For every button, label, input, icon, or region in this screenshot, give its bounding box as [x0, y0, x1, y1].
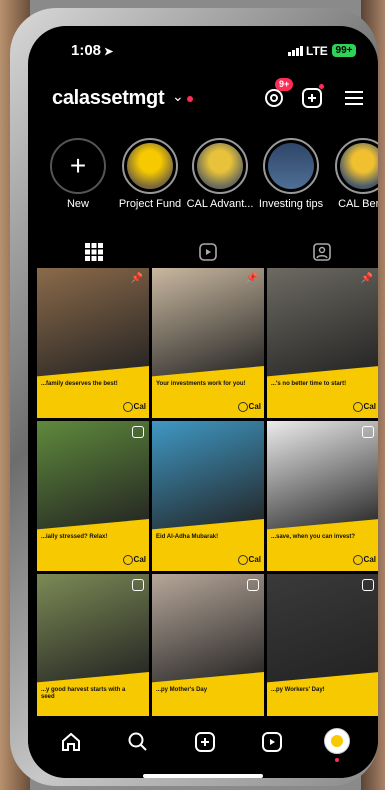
story-label: CAL Bene	[338, 198, 378, 210]
post-caption: ...y good harvest starts with a seed	[41, 687, 126, 700]
phone-frame: 1:08 ➤ LTE 99+ calassetmgt ⌄ 9+ + New Pro…	[10, 8, 378, 786]
battery-indicator: 99+	[332, 44, 356, 57]
cal-logo: Cal	[237, 555, 261, 565]
home-indicator	[143, 774, 263, 778]
bottom-nav-bar	[28, 716, 378, 778]
post-caption: ...'s no better time to start!	[271, 381, 347, 387]
reel-icon	[247, 579, 259, 591]
reel-icon	[362, 579, 374, 591]
post-caption: Eid Al-Adha Mubarak!	[156, 534, 219, 540]
story-label: Investing tips	[258, 198, 324, 210]
plus-icon: +	[69, 150, 87, 181]
search-icon[interactable]	[126, 730, 150, 754]
post-photo	[37, 268, 149, 378]
story-label: Project Fund	[118, 198, 182, 210]
post-photo	[37, 421, 149, 531]
create-notification-dot	[319, 84, 324, 89]
story-thumbnail	[197, 143, 243, 189]
post-tile[interactable]: Eid Al-Adha Mubarak! Cal	[152, 421, 264, 571]
post-tile[interactable]: Your investments work for you! Cal 📌	[152, 268, 264, 418]
new-post-icon[interactable]	[193, 730, 217, 754]
menu-icon[interactable]	[342, 86, 366, 110]
new-highlight-ring[interactable]: +	[50, 138, 106, 194]
profile-tabs	[28, 236, 378, 273]
story-highlights: + New Project Fund CAL Advant... Investi…	[28, 138, 378, 228]
cal-logo: Cal	[352, 402, 376, 412]
avatar-logo-icon	[331, 735, 343, 747]
reel-icon	[132, 579, 144, 591]
story-cal-benefits[interactable]: CAL Bene	[328, 138, 378, 210]
post-photo	[152, 574, 264, 684]
reels-tab-icon[interactable]	[198, 242, 218, 262]
post-photo	[152, 268, 264, 378]
create-plus-icon[interactable]	[300, 86, 324, 110]
post-tile[interactable]: ...ially stressed? Relax! Cal	[37, 421, 149, 571]
pin-icon: 📌	[130, 273, 143, 284]
reel-icon	[132, 426, 144, 438]
post-tile[interactable]: ...save, when you can invest? Cal	[267, 421, 378, 571]
post-photo	[37, 574, 149, 684]
post-photo	[267, 421, 378, 531]
signal-icon	[288, 46, 303, 56]
profile-header: calassetmgt ⌄ 9+	[28, 78, 378, 118]
notification-dot	[187, 96, 193, 102]
chevron-down-icon[interactable]: ⌄	[172, 88, 184, 105]
post-photo	[152, 421, 264, 531]
cal-logo: Cal	[237, 402, 261, 412]
story-project-fund[interactable]: Project Fund	[115, 138, 185, 210]
post-tile[interactable]: ...family deserves the best! Cal 📌	[37, 268, 149, 418]
home-icon[interactable]	[59, 730, 83, 754]
username[interactable]: calassetmgt	[52, 87, 165, 110]
profile-avatar[interactable]	[324, 728, 350, 754]
story-investing-tips[interactable]: Investing tips	[256, 138, 326, 210]
story-label: New	[66, 198, 89, 210]
post-caption: ...py Mother's Day	[156, 687, 208, 693]
status-bar: 1:08 ➤ LTE 99+	[28, 40, 378, 62]
post-caption: ...save, when you can invest?	[271, 534, 356, 540]
story-thumbnail	[340, 143, 378, 189]
post-caption: ...py Workers' Day!	[271, 687, 325, 693]
location-arrow-icon: ➤	[104, 46, 114, 58]
reel-icon	[362, 426, 374, 438]
story-cal-advantage[interactable]: CAL Advant...	[185, 138, 255, 210]
instagram-profile-screen: 1:08 ➤ LTE 99+ calassetmgt ⌄ 9+ + New Pro…	[28, 26, 378, 778]
post-caption: Your investments work for you!	[156, 381, 246, 387]
threads-badge: 9+	[275, 78, 294, 91]
grid-icon[interactable]	[84, 242, 104, 262]
story-new[interactable]: + New	[43, 138, 113, 210]
cal-logo: Cal	[122, 402, 146, 412]
posts-grid: ...family deserves the best! Cal 📌 Your in…	[37, 268, 378, 724]
post-photo	[267, 574, 378, 684]
post-tile[interactable]: ...py Mother's Day	[152, 574, 264, 724]
story-label: CAL Advant...	[186, 198, 254, 210]
tagged-icon[interactable]	[312, 242, 332, 262]
post-tile[interactable]: ...py Workers' Day!	[267, 574, 378, 724]
pin-icon: 📌	[360, 273, 373, 284]
story-thumbnail	[127, 143, 173, 189]
story-thumbnail	[268, 143, 314, 189]
pin-icon: 📌	[245, 273, 258, 284]
clock: 1:08 ➤	[71, 42, 114, 59]
cal-logo: Cal	[352, 555, 376, 565]
post-tile[interactable]: ...y good harvest starts with a seed	[37, 574, 149, 724]
post-tile[interactable]: ...'s no better time to start! Cal 📌	[267, 268, 378, 418]
cal-logo: Cal	[122, 555, 146, 565]
post-photo	[267, 268, 378, 378]
profile-dot	[335, 758, 339, 762]
network-label: LTE	[306, 44, 328, 58]
post-caption: ...family deserves the best!	[41, 381, 118, 387]
post-caption: ...ially stressed? Relax!	[41, 534, 108, 540]
reels-icon[interactable]	[260, 730, 284, 754]
